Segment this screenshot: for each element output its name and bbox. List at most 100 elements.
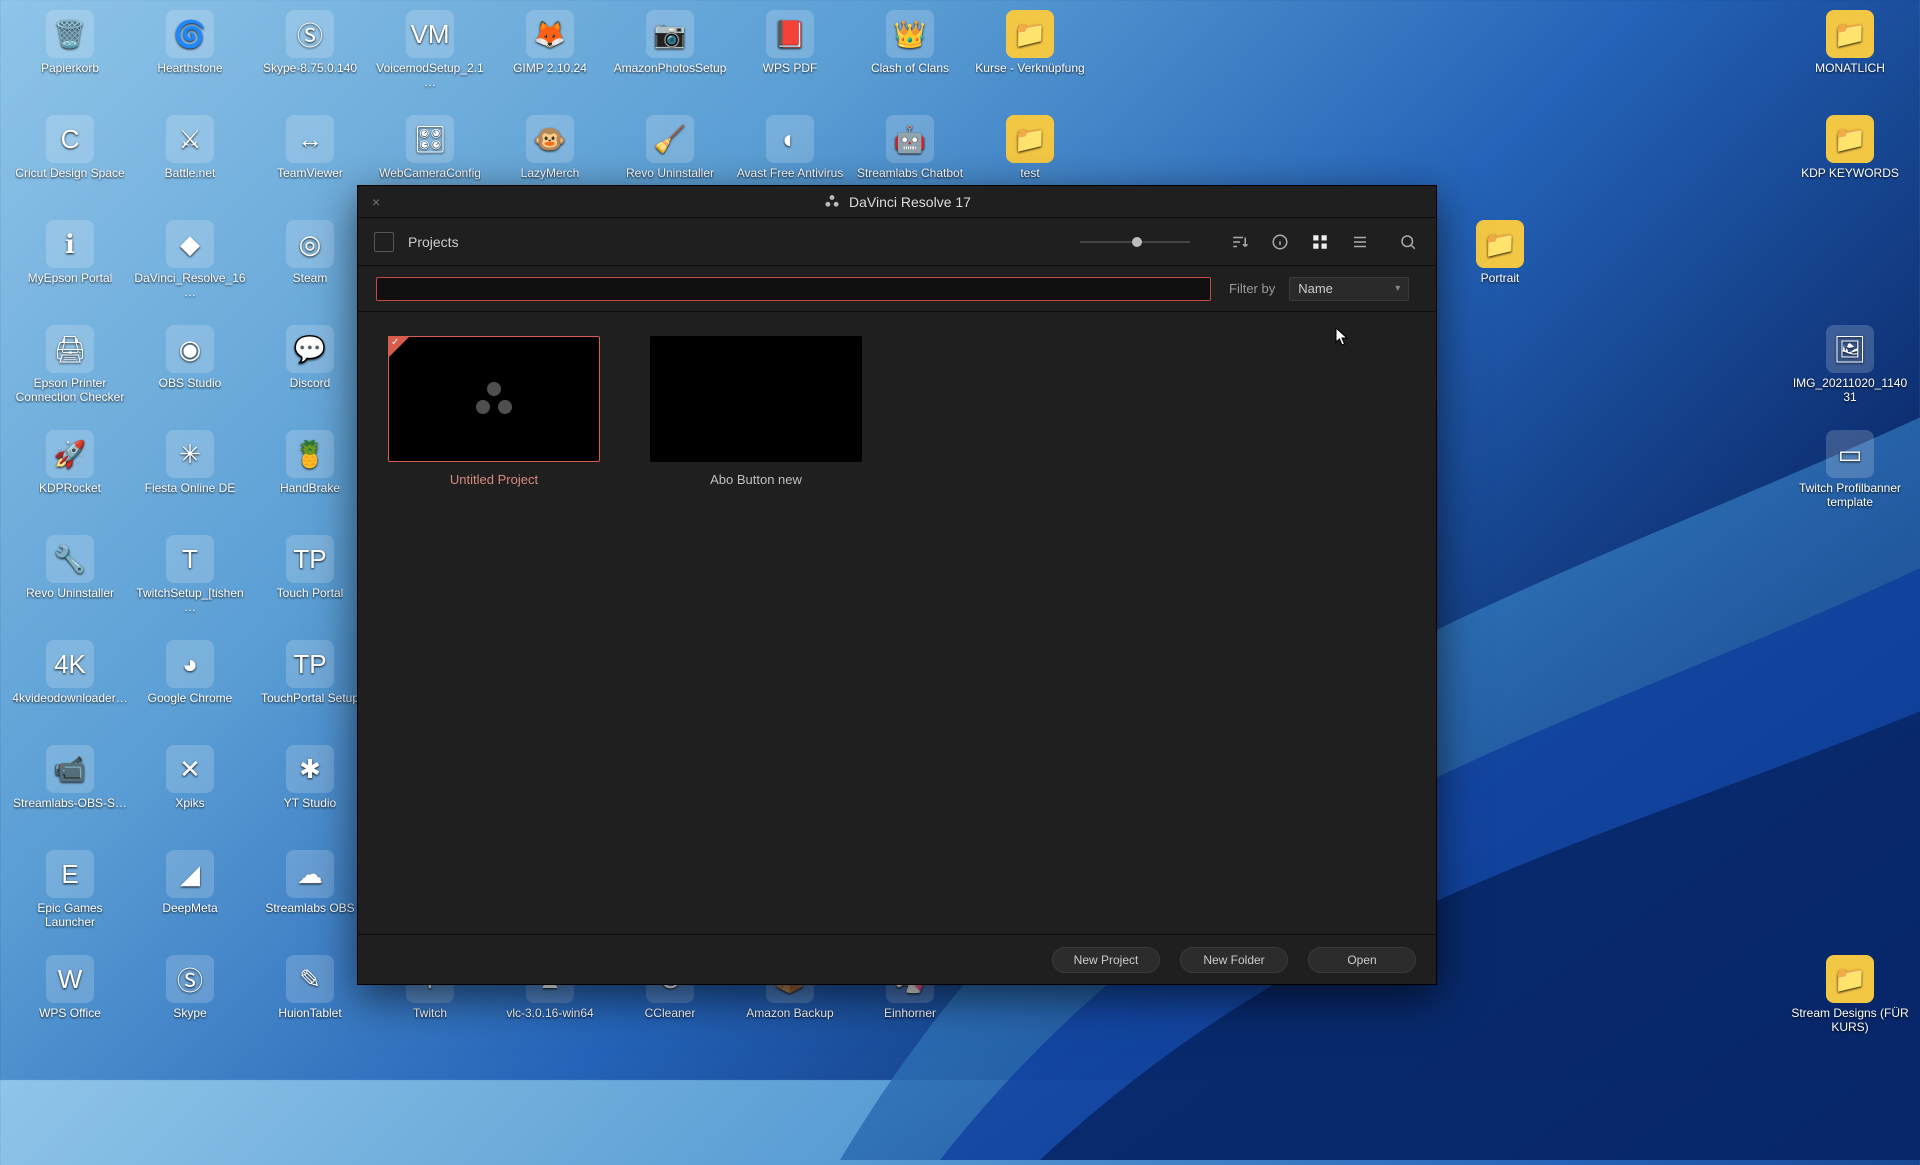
open-button[interactable]: Open <box>1308 947 1416 973</box>
shortcut-label: MyEpson Portal <box>28 272 113 286</box>
shortcut-label: Xpiks <box>175 797 204 811</box>
thumbnail-size-slider[interactable] <box>1080 241 1190 243</box>
shortcut-icon: 📁 <box>1476 220 1524 268</box>
desktop-shortcut[interactable]: TPTouchPortal Setup <box>250 634 370 739</box>
new-project-button[interactable]: New Project <box>1052 947 1160 973</box>
desktop-shortcut[interactable]: ▭ Twitch Profilbanner template <box>1790 424 1910 529</box>
desktop-shortcut[interactable]: ⚔Battle.net <box>130 109 250 214</box>
shortcut-icon: 📁 <box>1826 955 1874 1003</box>
shortcut-icon: 🎛 <box>406 115 454 163</box>
desktop-shortcut[interactable]: 🚀KDPRocket <box>10 424 130 529</box>
desktop-shortcut[interactable]: ◎Steam <box>250 214 370 319</box>
shortcut-label: LazyMerch <box>521 167 580 181</box>
shortcut-label: Discord <box>290 377 331 391</box>
shortcut-icon: ◎ <box>286 220 334 268</box>
desktop-shortcut[interactable]: 📁MONATLICH <box>1790 4 1910 109</box>
shortcut-label: vlc-3.0.16-win64 <box>506 1007 593 1021</box>
desktop-shortcut[interactable]: 📕WPS PDF <box>730 4 850 109</box>
desktop-shortcut[interactable]: ⓈSkype <box>130 949 250 1054</box>
project-card[interactable]: Abo Button new <box>650 336 862 487</box>
shortcut-label: Twitch Profilbanner template <box>1791 482 1909 510</box>
shortcut-icon: 🖼 <box>1826 325 1874 373</box>
desktop-shortcut[interactable]: 🦊GIMP 2.10.24 <box>490 4 610 109</box>
shortcut-label: Epson Printer Connection Checker <box>11 377 129 405</box>
sidebar-toggle-icon[interactable] <box>374 232 394 252</box>
shortcut-icon: ✎ <box>286 955 334 1003</box>
shortcut-icon: ◕ <box>166 640 214 688</box>
desktop-shortcut[interactable]: ◆DaVinci_Resolve_16… <box>130 214 250 319</box>
desktop-shortcut[interactable]: 📁 Portrait <box>1440 214 1560 319</box>
desktop-shortcut[interactable]: 📷AmazonPhotosSetup <box>610 4 730 109</box>
desktop-shortcut[interactable]: ◕Google Chrome <box>130 634 250 739</box>
list-view-icon[interactable] <box>1348 230 1372 254</box>
desktop-shortcut[interactable]: 🖨Epson Printer Connection Checker <box>10 319 130 424</box>
sort-icon[interactable] <box>1228 230 1252 254</box>
desktop-shortcut[interactable]: E Epic Games Launcher <box>10 844 130 949</box>
desktop-shortcut[interactable]: 👑Clash of Clans <box>850 4 970 109</box>
desktop-shortcut[interactable]: CCricut Design Space <box>10 109 130 214</box>
footer: New Project New Folder Open <box>358 934 1436 984</box>
shortcut-label: VoicemodSetup_2.1… <box>371 62 489 90</box>
shortcut-icon: E <box>46 850 94 898</box>
search-input[interactable] <box>376 277 1211 301</box>
new-folder-button[interactable]: New Folder <box>1180 947 1288 973</box>
shortcut-icon: ☁ <box>286 850 334 898</box>
shortcut-icon: 🌀 <box>166 10 214 58</box>
titlebar: × DaVinci Resolve 17 <box>358 186 1436 218</box>
desktop-shortcut[interactable]: 🔧Revo Uninstaller <box>10 529 130 634</box>
shortcut-label: Portrait <box>1481 272 1520 286</box>
shortcut-icon: 📁 <box>1826 10 1874 58</box>
shortcut-icon: 📷 <box>646 10 694 58</box>
info-icon[interactable] <box>1268 230 1292 254</box>
desktop-shortcut[interactable]: 📁Kurse - Verknüpfung <box>970 4 1090 109</box>
search-icon[interactable] <box>1396 230 1420 254</box>
desktop-shortcut[interactable]: TTwitchSetup_[tishen… <box>130 529 250 634</box>
close-icon[interactable]: × <box>372 194 380 210</box>
shortcut-icon: 🗑️ <box>46 10 94 58</box>
desktop-shortcut[interactable]: ↔ TeamViewer <box>250 109 370 214</box>
desktop-shortcut[interactable]: 📁Stream Designs (FÜR KURS) <box>1790 949 1910 1054</box>
desktop-shortcut[interactable]: VMVoicemodSetup_2.1… <box>370 4 490 109</box>
breadcrumb[interactable]: Projects <box>408 234 459 250</box>
shortcut-label: Revo Uninstaller <box>626 167 714 181</box>
shortcut-label: Epic Games Launcher <box>11 902 129 930</box>
desktop-shortcut[interactable]: ✕Xpiks <box>130 739 250 844</box>
desktop-shortcut[interactable]: ✳Fiesta Online DE <box>130 424 250 529</box>
desktop-shortcut[interactable]: 4K4kvideodownloader… <box>10 634 130 739</box>
desktop-shortcut[interactable]: 🌀 Hearthstone <box>130 4 250 109</box>
shortcut-icon: ◆ <box>166 220 214 268</box>
desktop-shortcut[interactable]: 🗑️ Papierkorb <box>10 4 130 109</box>
shortcut-label: TeamViewer <box>277 167 343 181</box>
shortcut-icon: ◢ <box>166 850 214 898</box>
project-card[interactable]: Untitled Project <box>388 336 600 487</box>
desktop-shortcut[interactable]: 📹Streamlabs-OBS-S… <box>10 739 130 844</box>
desktop-shortcut[interactable]: 📁KDP KEYWORDS <box>1790 109 1910 214</box>
desktop-shortcut[interactable]: ◢DeepMeta <box>130 844 250 949</box>
desktop-shortcut[interactable]: ℹMyEpson Portal <box>10 214 130 319</box>
desktop-shortcut[interactable]: WWPS Office <box>10 949 130 1054</box>
davinci-project-window: × DaVinci Resolve 17 Projects Filter by <box>357 185 1437 985</box>
shortcut-icon: 📁 <box>1826 115 1874 163</box>
shortcut-label: Hearthstone <box>157 62 222 76</box>
desktop-shortcut[interactable]: ☁Streamlabs OBS <box>250 844 370 949</box>
desktop-shortcut[interactable]: 🖼IMG_20211020_114031 <box>1790 319 1910 424</box>
desktop-shortcut[interactable]: 💬 Discord <box>250 319 370 424</box>
shortcut-label: Cricut Design Space <box>15 167 124 181</box>
shortcut-icon: 🤖 <box>886 115 934 163</box>
grid-view-icon[interactable] <box>1308 230 1332 254</box>
filter-dropdown[interactable]: Name ▾ <box>1289 277 1409 301</box>
desktop-shortcut[interactable]: ✱YT Studio <box>250 739 370 844</box>
shortcut-label: Papierkorb <box>41 62 99 76</box>
project-name: Untitled Project <box>450 472 538 487</box>
shortcut-label: HuionTablet <box>278 1007 341 1021</box>
shortcut-icon: 💬 <box>286 325 334 373</box>
shortcut-icon: 📁 <box>1006 115 1054 163</box>
shortcut-icon: ▭ <box>1826 430 1874 478</box>
shortcut-icon: ↔ <box>286 115 334 163</box>
shortcut-label: TouchPortal Setup <box>261 692 359 706</box>
desktop-shortcut[interactable]: ⓈSkype-8.75.0.140 <box>250 4 370 109</box>
desktop-shortcut[interactable]: ◉OBS Studio <box>130 319 250 424</box>
desktop-shortcut[interactable]: ✎ HuionTablet <box>250 949 370 1054</box>
desktop-shortcut[interactable]: 🍍HandBrake <box>250 424 370 529</box>
desktop-shortcut[interactable]: TPTouch Portal <box>250 529 370 634</box>
